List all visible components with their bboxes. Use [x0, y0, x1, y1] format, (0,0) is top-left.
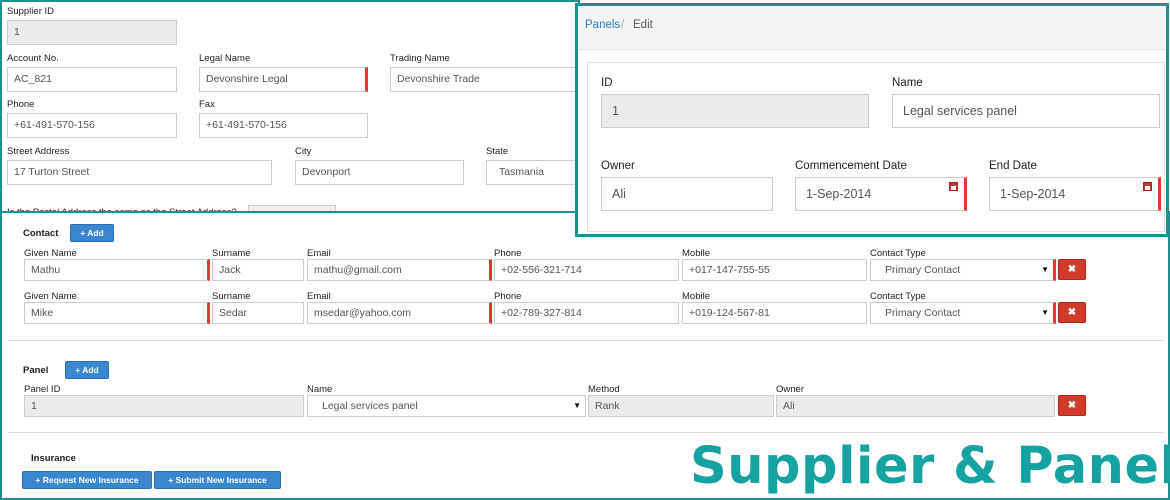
city-field[interactable]: Devonport: [295, 160, 464, 185]
surname-header: Surname: [212, 291, 251, 302]
panel-name-select[interactable]: Legal services panel ▼: [307, 395, 586, 417]
panel-method-field: Rank: [588, 395, 774, 417]
chevron-down-icon: ▼: [573, 401, 581, 410]
street-address-field[interactable]: 17 Turton Street: [7, 160, 272, 185]
phone-label: Phone: [7, 99, 35, 110]
panel-title: Panel: [23, 365, 49, 376]
contact-surname-input[interactable]: Jack: [212, 259, 304, 281]
id-label: ID: [601, 77, 613, 89]
trading-name-field[interactable]: Devonshire Trade: [390, 67, 578, 92]
supplier-form: Supplier ID 1 Account No. AC_821 Legal N…: [0, 0, 580, 215]
breadcrumb-current: Edit: [633, 19, 653, 31]
supplier-id-label: Supplier ID: [7, 6, 54, 17]
contact-email-input[interactable]: msedar@yahoo.com: [307, 302, 492, 324]
breadcrumb-separator: /: [621, 19, 625, 31]
state-label: State: [486, 146, 509, 157]
end-date-label: End Date: [989, 160, 1037, 172]
commencement-date-value: 1-Sep-2014: [806, 187, 872, 201]
insurance-title: Insurance: [31, 453, 76, 464]
end-date-field[interactable]: 1-Sep-2014: [989, 177, 1161, 211]
contact-phone-input[interactable]: +02-789-327-814: [494, 302, 679, 324]
remove-contact-button[interactable]: ✖: [1058, 302, 1086, 323]
remove-panel-button[interactable]: ✖: [1058, 395, 1086, 416]
chevron-down-icon: ▼: [1041, 308, 1049, 317]
close-icon: ✖: [1067, 307, 1077, 318]
contact-given-name-input[interactable]: Mathu: [24, 259, 210, 281]
contact-title: Contact: [23, 228, 59, 239]
name-label: Name: [892, 77, 923, 89]
panel-edit-form: Panels / Edit ID 1 Name Legal services p…: [575, 3, 1169, 237]
contact-add-button[interactable]: + Add: [70, 224, 114, 242]
email-header: Email: [307, 291, 331, 302]
contact-type-header: Contact Type: [870, 291, 926, 302]
name-field[interactable]: Legal services panel: [892, 94, 1160, 128]
phone-header: Phone: [494, 291, 522, 302]
contact-type-select[interactable]: Primary Contact ▼: [870, 302, 1056, 324]
city-label: City: [295, 146, 312, 157]
contact-email-input[interactable]: mathu@gmail.com: [307, 259, 492, 281]
remove-contact-button[interactable]: ✖: [1058, 259, 1086, 280]
legal-name-field[interactable]: Devonshire Legal: [199, 67, 368, 92]
contact-mobile-input[interactable]: +017-147-755-55: [682, 259, 867, 281]
request-new-insurance-button[interactable]: + Request New Insurance: [22, 471, 152, 489]
account-no-label: Account No.: [7, 53, 59, 64]
fax-field[interactable]: +61-491-570-156: [199, 113, 368, 138]
panel-id-header: Panel ID: [24, 384, 61, 395]
panel-id-field: 1: [24, 395, 304, 417]
panel-method-header: Method: [588, 384, 620, 395]
panel-owner-header: Owner: [776, 384, 804, 395]
contact-phone-input[interactable]: +02-556-321-714: [494, 259, 679, 281]
breadcrumb-panels-link[interactable]: Panels: [585, 19, 620, 31]
id-field: 1: [601, 94, 869, 128]
phone-field[interactable]: +61-491-570-156: [7, 113, 177, 138]
given-name-header: Given Name: [24, 248, 77, 259]
panel-owner-field: Ali: [776, 395, 1055, 417]
panel-name-header: Name: [307, 384, 333, 395]
state-select[interactable]: Tasmania: [486, 160, 578, 185]
email-header: Email: [307, 248, 331, 259]
mobile-header: Mobile: [682, 291, 710, 302]
submit-new-insurance-button[interactable]: + Submit New Insurance: [154, 471, 281, 489]
supplier-id-field: 1: [7, 20, 177, 45]
section-divider: [8, 340, 1164, 341]
surname-header: Surname: [212, 248, 251, 259]
contact-type-value: Primary Contact: [885, 307, 961, 319]
panel-add-button[interactable]: + Add: [65, 361, 109, 379]
given-name-header: Given Name: [24, 291, 77, 302]
section-divider: [8, 432, 1164, 433]
end-date-value: 1-Sep-2014: [1000, 187, 1066, 201]
contact-mobile-input[interactable]: +019-124-567-81: [682, 302, 867, 324]
commencement-date-label: Commencement Date: [795, 160, 907, 172]
fax-label: Fax: [199, 99, 215, 110]
mobile-header: Mobile: [682, 248, 710, 259]
account-no-field[interactable]: AC_821: [7, 67, 177, 92]
breadcrumb: Panels / Edit: [578, 6, 1166, 50]
contact-type-value: Primary Contact: [885, 264, 961, 276]
contact-given-name-input[interactable]: Mike: [24, 302, 210, 324]
watermark-title: Supplier & Panel: [690, 437, 1170, 496]
phone-header: Phone: [494, 248, 522, 259]
calendar-icon[interactable]: [949, 182, 958, 191]
trading-name-label: Trading Name: [390, 53, 450, 64]
calendar-icon[interactable]: [1143, 182, 1152, 191]
owner-label: Owner: [601, 160, 635, 172]
close-icon: ✖: [1067, 264, 1077, 275]
commencement-date-field[interactable]: 1-Sep-2014: [795, 177, 967, 211]
panel-name-value: Legal services panel: [322, 400, 418, 412]
street-address-label: Street Address: [7, 146, 70, 157]
chevron-down-icon: ▼: [1041, 265, 1049, 274]
contact-type-select[interactable]: Primary Contact ▼: [870, 259, 1056, 281]
owner-field[interactable]: Ali: [601, 177, 773, 211]
close-icon: ✖: [1067, 400, 1077, 411]
contact-type-header: Contact Type: [870, 248, 926, 259]
contact-surname-input[interactable]: Sedar: [212, 302, 304, 324]
legal-name-label: Legal Name: [199, 53, 251, 64]
